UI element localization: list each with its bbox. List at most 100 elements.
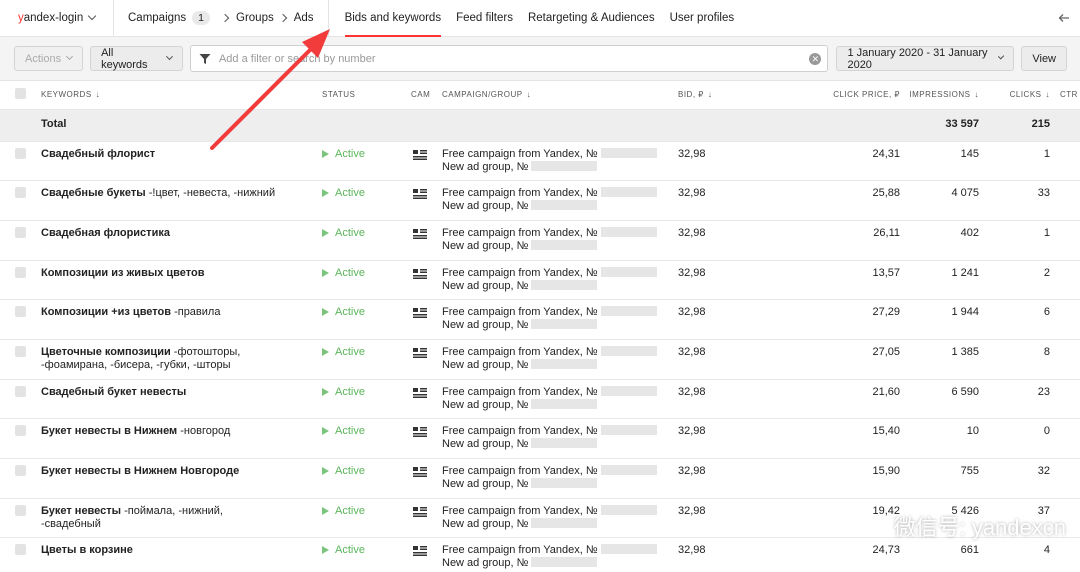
table-row[interactable]: Букет невесты в Нижнем Новгороде Active Fr… xyxy=(0,458,1080,499)
keyword-cell[interactable]: Букет невесты в Нижнем -новгород xyxy=(41,418,322,459)
keyword-cell[interactable]: Букет невесты -поймала, -нижний, -свадебн… xyxy=(41,497,322,538)
campaign-group-cell[interactable]: Free campaign from Yandex, № New ad group… xyxy=(440,497,678,538)
campaign-link[interactable]: Free campaign from Yandex, № xyxy=(442,187,678,200)
row-checkbox[interactable] xyxy=(15,266,26,278)
bid-cell[interactable]: 32,98 xyxy=(678,458,768,499)
arrow-left-icon[interactable] xyxy=(1058,12,1070,24)
group-link[interactable]: New ad group, № xyxy=(442,438,678,451)
cam-cell[interactable] xyxy=(411,259,440,300)
status-cell[interactable]: Active xyxy=(322,180,411,221)
keywords-filter-dropdown[interactable]: All keywords xyxy=(90,46,183,71)
cam-cell[interactable] xyxy=(411,180,440,221)
campaign-link[interactable]: Free campaign from Yandex, № xyxy=(442,465,678,478)
status-cell[interactable]: Active xyxy=(322,458,411,499)
cam-cell[interactable] xyxy=(411,219,440,261)
tab-retargeting-audiences[interactable]: Retargeting & Audiences xyxy=(528,0,655,37)
group-link[interactable]: New ad group, № xyxy=(442,239,678,253)
status-cell[interactable]: Active xyxy=(322,259,411,300)
table-row[interactable]: Свадебные букеты -!цвет, -невеста, -нижн… xyxy=(0,180,1080,221)
campaign-group-cell[interactable]: Free campaign from Yandex, № New ad group… xyxy=(440,140,678,181)
table-row[interactable]: Свадебный букет невесты Active Free campai… xyxy=(0,378,1080,419)
select-all-checkbox[interactable] xyxy=(15,88,26,100)
row-checkbox[interactable] xyxy=(15,226,26,238)
campaign-group-cell[interactable]: Free campaign from Yandex, № New ad group… xyxy=(440,458,678,499)
bid-cell[interactable]: 32,98 xyxy=(678,219,768,261)
bid-cell[interactable]: 32,98 xyxy=(678,338,768,380)
bid-cell[interactable]: 32,98 xyxy=(678,537,768,572)
bid-cell[interactable]: 32,98 xyxy=(678,259,768,300)
campaign-link[interactable]: Free campaign from Yandex, № xyxy=(442,306,678,319)
bid-cell[interactable]: 32,98 xyxy=(678,140,768,181)
group-link[interactable]: New ad group, № xyxy=(442,398,678,412)
group-link[interactable]: New ad group, № xyxy=(442,478,678,491)
col-campaign-group[interactable]: CAMPAIGN/GROUP ↓ xyxy=(440,81,678,109)
campaign-link[interactable]: Free campaign from Yandex, № xyxy=(442,147,678,161)
row-checkbox[interactable] xyxy=(15,544,26,556)
cam-cell[interactable] xyxy=(411,418,440,459)
bid-cell[interactable]: 32,98 xyxy=(678,299,768,340)
status-cell[interactable]: Active xyxy=(322,219,411,261)
breadcrumb-groups[interactable]: Groups xyxy=(236,12,274,24)
campaign-group-cell[interactable]: Free campaign from Yandex, № New ad group… xyxy=(440,180,678,221)
table-row[interactable]: Композиции из живых цветов Active Free cam… xyxy=(0,259,1080,300)
cam-cell[interactable] xyxy=(411,537,440,572)
bid-cell[interactable]: 32,98 xyxy=(678,180,768,221)
campaign-group-cell[interactable]: Free campaign from Yandex, № New ad group… xyxy=(440,219,678,261)
status-cell[interactable]: Active xyxy=(322,537,411,572)
view-button[interactable]: View xyxy=(1021,46,1068,71)
keyword-cell[interactable]: Цветочные композиции -фотошторы, -фоамира… xyxy=(41,338,322,380)
campaign-group-cell[interactable]: Free campaign from Yandex, № New ad group… xyxy=(440,418,678,459)
campaign-link[interactable]: Free campaign from Yandex, № xyxy=(442,385,678,399)
group-link[interactable]: New ad group, № xyxy=(442,358,678,372)
col-ctr[interactable]: CTR xyxy=(1050,81,1080,109)
clear-icon[interactable]: ✕ xyxy=(809,53,822,65)
bid-cell[interactable]: 32,98 xyxy=(678,497,768,538)
date-range-picker[interactable]: 1 January 2020 - 31 January 2020 xyxy=(836,46,1015,71)
col-impressions[interactable]: IMPRESSIONS ↓ xyxy=(900,81,979,109)
keyword-cell[interactable]: Свадебный флорист xyxy=(41,140,322,181)
keyword-cell[interactable]: Цветы в корзине xyxy=(41,537,322,572)
table-row[interactable]: Свадебная флористика Active Free campaign … xyxy=(0,219,1080,261)
group-link[interactable]: New ad group, № xyxy=(442,517,678,531)
campaign-group-cell[interactable]: Free campaign from Yandex, № New ad group… xyxy=(440,338,678,380)
campaign-link[interactable]: Free campaign from Yandex, № xyxy=(442,544,678,557)
cam-cell[interactable] xyxy=(411,497,440,538)
col-click-price[interactable]: CLICK PRICE, ₽ xyxy=(768,81,900,109)
campaign-group-cell[interactable]: Free campaign from Yandex, № New ad group… xyxy=(440,299,678,340)
status-cell[interactable]: Active xyxy=(322,140,411,181)
row-checkbox[interactable] xyxy=(15,345,26,357)
campaign-link[interactable]: Free campaign from Yandex, № xyxy=(442,345,678,359)
table-row[interactable]: Цветочные композиции -фотошторы, -фоамира… xyxy=(0,338,1080,380)
row-checkbox[interactable] xyxy=(15,425,26,437)
table-row[interactable]: Композиции +из цветов -правила Active Free… xyxy=(0,299,1080,340)
breadcrumb-campaigns[interactable]: Campaigns xyxy=(128,12,186,24)
cam-cell[interactable] xyxy=(411,299,440,340)
row-checkbox[interactable] xyxy=(15,385,26,397)
group-link[interactable]: New ad group, № xyxy=(442,160,678,174)
row-checkbox[interactable] xyxy=(15,306,26,318)
breadcrumb-ads[interactable]: Ads xyxy=(294,12,314,24)
col-cam[interactable]: CAM xyxy=(411,81,440,109)
col-keywords[interactable]: KEYWORDS ↓ xyxy=(41,81,322,109)
col-status[interactable]: STATUS xyxy=(322,81,411,109)
status-cell[interactable]: Active xyxy=(322,299,411,340)
keyword-cell[interactable]: Свадебный букет невесты xyxy=(41,378,322,419)
row-checkbox[interactable] xyxy=(15,147,26,159)
status-cell[interactable]: Active xyxy=(322,418,411,459)
cam-cell[interactable] xyxy=(411,458,440,499)
campaign-group-cell[interactable]: Free campaign from Yandex, № New ad group… xyxy=(440,259,678,300)
table-row[interactable]: Цветы в корзине Active Free campaign from … xyxy=(0,537,1080,572)
tab-bids-and-keywords[interactable]: Bids and keywords xyxy=(344,0,441,37)
keyword-cell[interactable]: Композиции из живых цветов xyxy=(41,259,322,300)
group-link[interactable]: New ad group, № xyxy=(442,200,678,213)
tab-feed-filters[interactable]: Feed filters xyxy=(456,0,513,37)
tab-user-profiles[interactable]: User profiles xyxy=(670,0,735,37)
actions-dropdown[interactable]: Actions xyxy=(14,46,84,71)
keyword-cell[interactable]: Свадебная флористика xyxy=(41,219,322,261)
campaign-link[interactable]: Free campaign from Yandex, № xyxy=(442,425,678,438)
status-cell[interactable]: Active xyxy=(322,378,411,419)
campaign-link[interactable]: Free campaign from Yandex, № xyxy=(442,226,678,240)
group-link[interactable]: New ad group, № xyxy=(442,319,678,332)
status-cell[interactable]: Active xyxy=(322,497,411,538)
campaign-group-cell[interactable]: Free campaign from Yandex, № New ad group… xyxy=(440,537,678,572)
